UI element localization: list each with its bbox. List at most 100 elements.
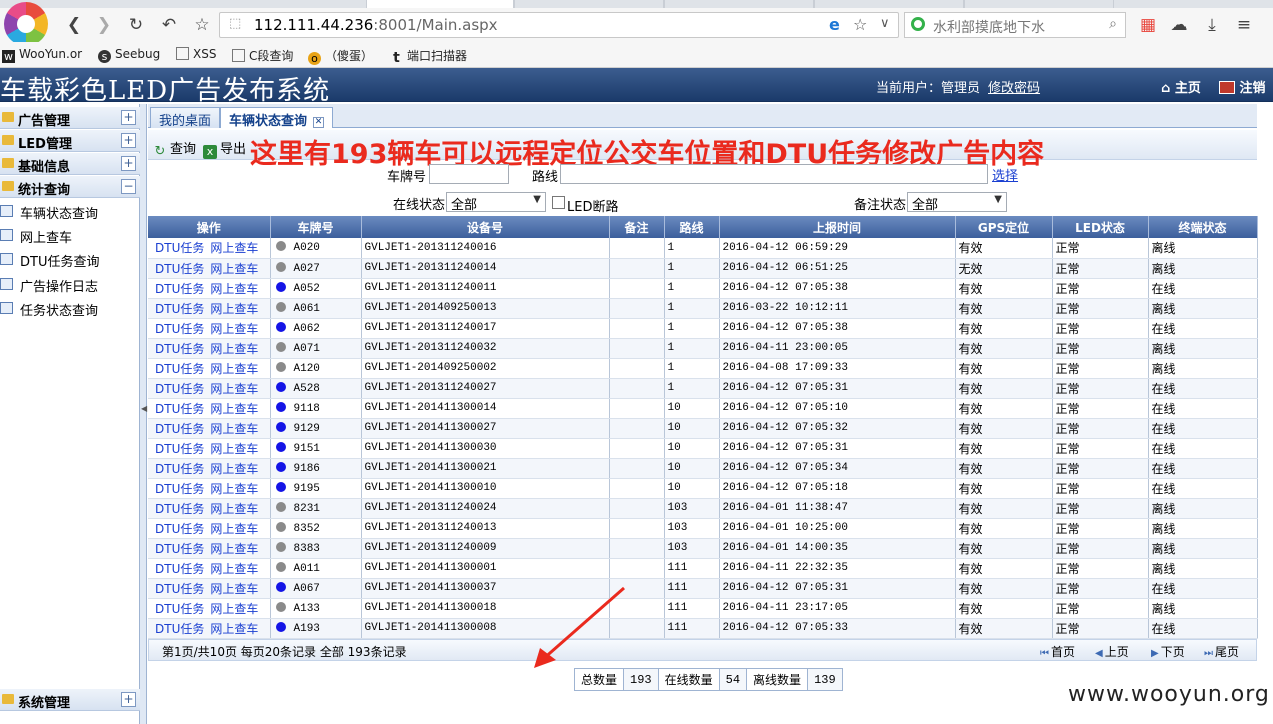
dtu-task-link[interactable]: DTU任务 xyxy=(155,402,204,416)
online-track-link[interactable]: 网上查车 xyxy=(210,622,258,636)
online-track-link[interactable]: 网上查车 xyxy=(210,402,258,416)
bookmark-seebug[interactable]: s Seebug xyxy=(98,47,160,63)
expand-icon[interactable]: + xyxy=(121,692,136,707)
remark-status-select[interactable]: 全部 ▼ xyxy=(907,192,1007,213)
home-button[interactable]: ⌂ 主页 xyxy=(1161,77,1201,96)
online-track-link[interactable]: 网上查车 xyxy=(210,362,258,376)
ie-compat-icon[interactable]: e xyxy=(829,15,840,34)
led-fault-checkbox[interactable] xyxy=(552,196,565,209)
column-header[interactable]: 路线 xyxy=(664,216,720,238)
online-track-link[interactable]: 网上查车 xyxy=(210,302,258,316)
expand-icon[interactable]: + xyxy=(121,110,136,125)
apps-grid-icon[interactable]: ▦ xyxy=(1138,16,1158,34)
route-input[interactable] xyxy=(560,164,988,184)
online-track-link[interactable]: 网上查车 xyxy=(210,602,258,616)
dtu-task-link[interactable]: DTU任务 xyxy=(155,362,204,376)
choose-route-link[interactable]: 选择 xyxy=(992,165,1018,184)
browser-tab[interactable] xyxy=(964,0,1114,8)
first-page-button[interactable]: ⏮ 首页 xyxy=(1040,643,1075,660)
favorite-star-icon[interactable]: ☆ xyxy=(853,15,867,34)
back-icon[interactable]: ❮ xyxy=(64,16,84,34)
dtu-task-link[interactable]: DTU任务 xyxy=(155,382,204,396)
menu-icon[interactable]: ≡ xyxy=(1234,16,1254,34)
logout-button[interactable]: 注销 xyxy=(1219,77,1266,96)
browser-tab-active[interactable] xyxy=(366,0,514,8)
online-track-link[interactable]: 网上查车 xyxy=(210,241,258,255)
online-track-link[interactable]: 网上查车 xyxy=(210,262,258,276)
sidebar-group-led-management[interactable]: LED管理 + xyxy=(0,130,140,152)
collapse-icon[interactable]: − xyxy=(121,179,136,194)
sidebar-splitter[interactable]: ◀ xyxy=(140,104,147,724)
column-header[interactable]: 备注 xyxy=(609,216,665,238)
sidebar-item-task-status[interactable]: 任务状态查询 xyxy=(0,297,140,321)
collapse-arrow-icon[interactable]: ◀ xyxy=(141,404,147,413)
dtu-task-link[interactable]: DTU任务 xyxy=(155,602,204,616)
online-track-link[interactable]: 网上查车 xyxy=(210,542,258,556)
online-track-link[interactable]: 网上查车 xyxy=(210,482,258,496)
change-password-link[interactable]: 修改密码 xyxy=(988,81,1040,96)
dtu-task-link[interactable]: DTU任务 xyxy=(155,422,204,436)
dtu-task-link[interactable]: DTU任务 xyxy=(155,502,204,516)
prev-page-button[interactable]: ◀ 上页 xyxy=(1095,643,1129,660)
search-input[interactable]: 水利部摸底地下水 xyxy=(933,17,1045,37)
sidebar-group-statistics[interactable]: 统计查询 − xyxy=(0,176,140,198)
forward-icon[interactable]: ❯ xyxy=(94,16,114,34)
next-page-button[interactable]: ▶ 下页 xyxy=(1151,643,1185,660)
address-bar[interactable]: ⬚ 112.111.44.236:8001/Main.aspx e ☆ ∨ xyxy=(219,12,899,38)
dtu-task-link[interactable]: DTU任务 xyxy=(155,582,204,596)
export-button[interactable]: x 导出 xyxy=(203,138,246,159)
online-track-link[interactable]: 网上查车 xyxy=(210,442,258,456)
expand-icon[interactable]: + xyxy=(121,156,136,171)
online-track-link[interactable]: 网上查车 xyxy=(210,582,258,596)
browser-tab[interactable] xyxy=(664,0,814,8)
online-track-link[interactable]: 网上查车 xyxy=(210,522,258,536)
online-track-link[interactable]: 网上查车 xyxy=(210,322,258,336)
plate-input[interactable] xyxy=(429,164,509,184)
bookmark-c-segment[interactable]: C段查询 xyxy=(232,47,293,64)
online-track-link[interactable]: 网上查车 xyxy=(210,422,258,436)
sidebar-item-ad-log[interactable]: 广告操作日志 xyxy=(0,273,140,297)
reload-icon[interactable]: ↻ xyxy=(126,16,146,34)
sidebar-item-vehicle-status[interactable]: 车辆状态查询 xyxy=(0,200,140,224)
online-track-link[interactable]: 网上查车 xyxy=(210,342,258,356)
dtu-task-link[interactable]: DTU任务 xyxy=(155,302,204,316)
dtu-task-link[interactable]: DTU任务 xyxy=(155,462,204,476)
sidebar-group-ad-management[interactable]: 广告管理 + xyxy=(0,107,140,129)
dtu-task-link[interactable]: DTU任务 xyxy=(155,562,204,576)
online-track-link[interactable]: 网上查车 xyxy=(210,282,258,296)
dtu-task-link[interactable]: DTU任务 xyxy=(155,241,204,255)
sidebar-item-online-track[interactable]: 网上查车 xyxy=(0,224,140,248)
bookmark-xss[interactable]: XSS xyxy=(176,47,216,61)
dtu-task-link[interactable]: DTU任务 xyxy=(155,522,204,536)
online-track-link[interactable]: 网上查车 xyxy=(210,382,258,396)
dtu-task-link[interactable]: DTU任务 xyxy=(155,262,204,276)
last-page-button[interactable]: ⏭ 尾页 xyxy=(1204,643,1239,660)
online-track-link[interactable]: 网上查车 xyxy=(210,502,258,516)
page-info-icon[interactable]: ⬚ xyxy=(229,16,241,31)
tab-vehicle-status[interactable]: 车辆状态查询 ✕ xyxy=(220,107,334,129)
browser-tab[interactable] xyxy=(514,0,664,8)
sidebar-group-system[interactable]: 系统管理 + xyxy=(0,689,140,711)
search-box[interactable]: 水利部摸底地下水 ⌕ xyxy=(904,12,1126,38)
dtu-task-link[interactable]: DTU任务 xyxy=(155,442,204,456)
column-header[interactable]: 车牌号 xyxy=(270,216,362,238)
column-header[interactable]: 终端状态 xyxy=(1148,216,1258,238)
bookmark-wooyun[interactable]: w WooYun.or xyxy=(2,47,82,63)
tab-desktop[interactable]: 我的桌面 xyxy=(150,107,221,129)
download-icon[interactable]: ⤓ xyxy=(1202,16,1222,34)
online-status-select[interactable]: 全部 ▼ xyxy=(446,192,546,213)
dtu-task-link[interactable]: DTU任务 xyxy=(155,282,204,296)
query-button[interactable]: ↻ 查询 xyxy=(153,138,196,159)
bookmark-shodan[interactable]: o （傻蛋） xyxy=(308,47,373,65)
browser-tab[interactable] xyxy=(814,0,964,8)
online-track-link[interactable]: 网上查车 xyxy=(210,562,258,576)
dtu-task-link[interactable]: DTU任务 xyxy=(155,482,204,496)
online-track-link[interactable]: 网上查车 xyxy=(210,462,258,476)
dtu-task-link[interactable]: DTU任务 xyxy=(155,342,204,356)
dtu-task-link[interactable]: DTU任务 xyxy=(155,322,204,336)
cloud-icon[interactable]: ☁ xyxy=(1169,16,1189,34)
bookmark-star-icon[interactable]: ☆ xyxy=(192,16,212,34)
close-icon[interactable]: ✕ xyxy=(313,117,325,128)
column-header[interactable]: LED状态 xyxy=(1052,216,1149,238)
sidebar-item-dtu-task[interactable]: DTU任务查询 xyxy=(0,248,140,272)
